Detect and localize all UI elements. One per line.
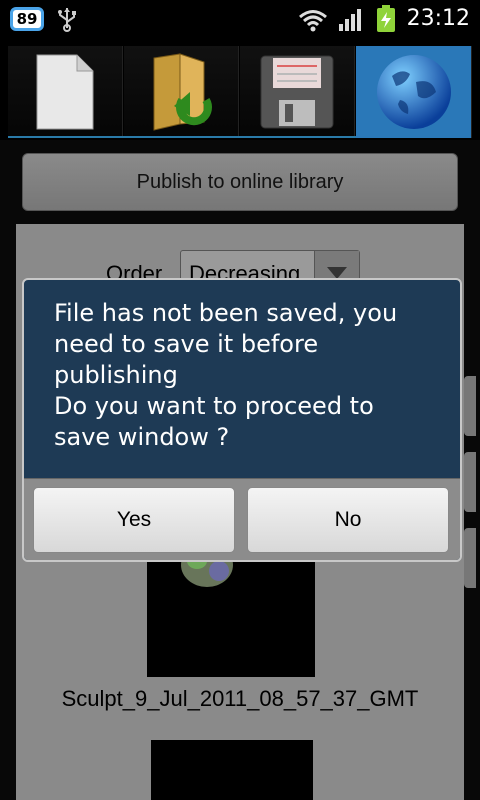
usb-icon bbox=[58, 8, 76, 32]
wifi-icon bbox=[299, 10, 327, 32]
sculpt-preview bbox=[181, 543, 233, 587]
document-icon bbox=[36, 54, 94, 130]
save-file-button[interactable] bbox=[240, 46, 355, 138]
sculpt-thumbnail[interactable] bbox=[147, 543, 315, 677]
no-button[interactable]: No bbox=[247, 487, 449, 553]
globe-icon bbox=[376, 55, 451, 129]
side-tab[interactable] bbox=[464, 452, 476, 512]
status-bar: 89 23:12 bbox=[0, 0, 480, 38]
clock: 23:12 bbox=[406, 6, 470, 31]
new-file-button[interactable] bbox=[8, 46, 123, 138]
publish-button[interactable]: Publish to online library bbox=[22, 153, 458, 211]
folder-open-icon bbox=[153, 53, 212, 131]
side-tab[interactable] bbox=[464, 528, 476, 588]
floppy-disk-icon bbox=[260, 55, 334, 129]
notification-count: 89 bbox=[16, 10, 38, 28]
battery-charging-icon bbox=[377, 5, 395, 32]
dialog-button-bar: Yes No bbox=[24, 478, 460, 560]
sculpt-thumbnail[interactable] bbox=[151, 740, 313, 800]
online-library-button[interactable] bbox=[356, 46, 472, 138]
save-required-dialog: File has not been saved, you need to sav… bbox=[22, 278, 462, 562]
yes-button[interactable]: Yes bbox=[33, 487, 235, 553]
toolbar bbox=[8, 46, 472, 138]
sculpt-name: Sculpt_9_Jul_2011_08_57_37_GMT bbox=[61, 686, 419, 711]
open-file-button[interactable] bbox=[124, 46, 239, 138]
signal-icon bbox=[339, 9, 361, 31]
notification-count-badge: 89 bbox=[10, 7, 44, 31]
toolbar-underline bbox=[8, 136, 356, 138]
side-tab[interactable] bbox=[464, 376, 476, 436]
dialog-message: File has not been saved, you need to sav… bbox=[54, 299, 398, 451]
